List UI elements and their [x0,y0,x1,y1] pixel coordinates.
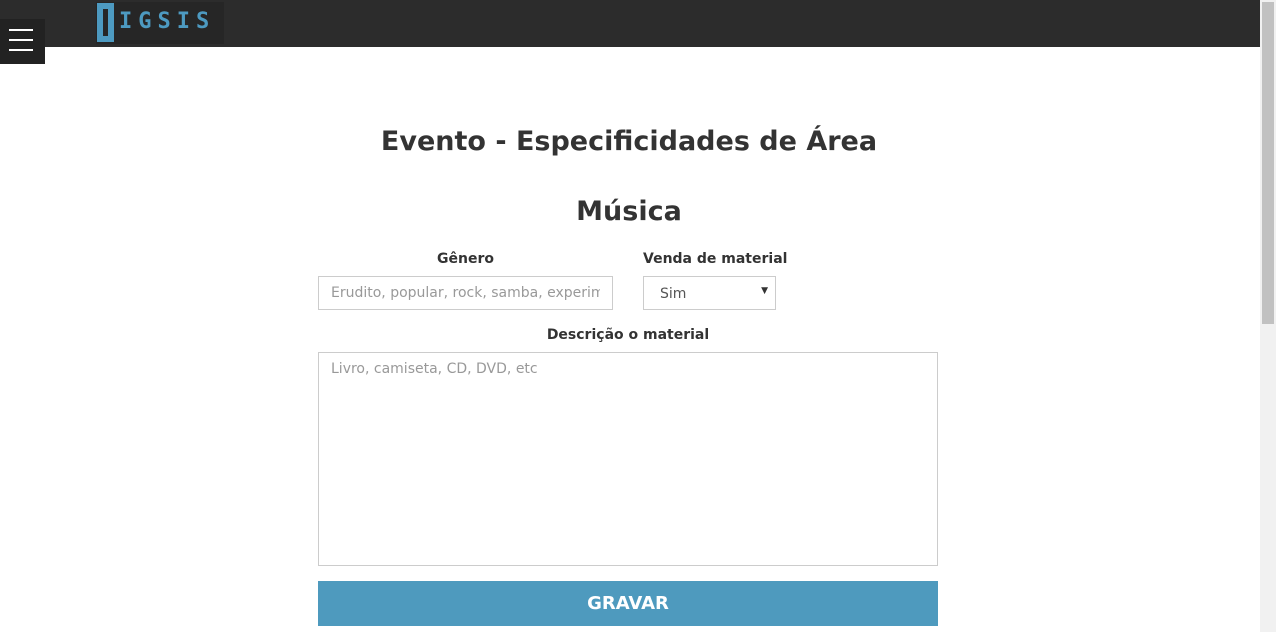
top-navbar: IGSIS [0,0,1260,47]
genero-label: Gênero [437,251,494,267]
chevron-down-icon: ▼ [761,286,768,296]
logo-bar-mark [97,3,114,42]
venda-material-select[interactable]: Sim ▼ [643,276,776,310]
gravar-button[interactable]: GRAVAR [318,581,938,626]
page-scrollbar[interactable] [1260,0,1276,632]
hamburger-icon-line [9,49,33,51]
venda-selected-value: Sim [660,286,687,302]
scrollbar-thumb[interactable] [1262,2,1274,324]
descricao-textarea[interactable] [318,352,938,566]
genero-input[interactable] [318,276,613,310]
hamburger-menu-button[interactable] [0,19,45,64]
igsis-logo[interactable]: IGSIS [96,2,224,44]
venda-material-label: Venda de material [643,251,788,267]
section-title: Música [576,196,682,227]
page-title: Evento - Especificidades de Área [380,126,878,157]
descricao-label: Descrição o material [546,327,710,343]
logo-text: IGSIS [119,9,216,34]
hamburger-icon-line [9,39,33,41]
hamburger-icon [9,29,33,31]
